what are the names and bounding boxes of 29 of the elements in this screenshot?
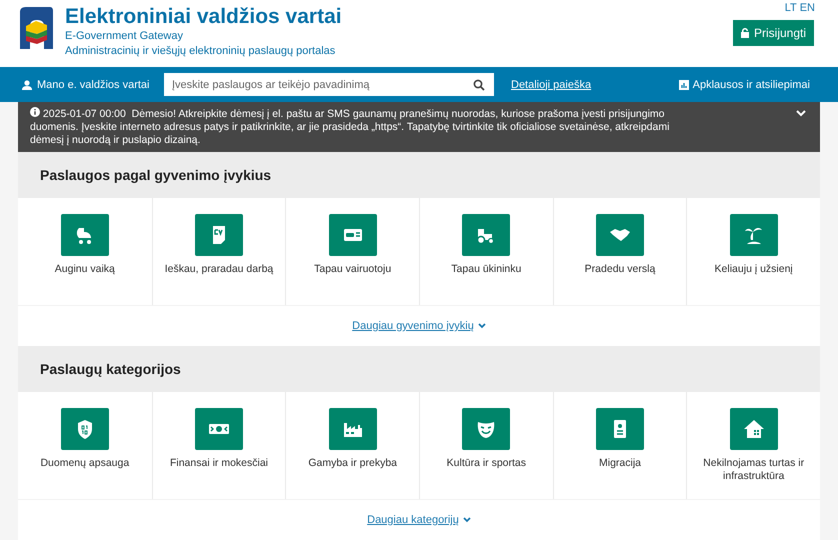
service-tile[interactable]: Finansai ir mokesčiai: [152, 392, 286, 499]
site-title[interactable]: Elektroniniai valdžios vartai: [65, 5, 342, 29]
more-link[interactable]: Daugiau gyvenimo įvykių: [352, 320, 486, 332]
service-tile[interactable]: Pradedu verslą: [552, 198, 686, 305]
house-icon: [742, 418, 765, 440]
search-field[interactable]: Įveskite paslaugos ar teikėjo pavadinimą: [164, 73, 494, 96]
account-link[interactable]: Mano e. valdžios vartai: [22, 78, 164, 90]
service-tile[interactable]: Migracija: [552, 392, 686, 499]
search-icon[interactable]: [473, 79, 485, 91]
language-link[interactable]: LT: [784, 2, 797, 14]
chevron-icon: [478, 323, 486, 329]
user-icon: [22, 80, 32, 90]
detailed-search-link[interactable]: Detalioji paieška: [511, 78, 679, 90]
notice-text: 2025-01-07 00:00 Dėmesio! Atkreipkite dėmesį į el. paštu ar SMS gaunamų pranešimų nuorodas, kuriose prašoma įvesti prisijungimo duomenis. Įveskite interneto adresus patys ir patikrinkite, ar jie prasideda „https“. Tapatybę tvirtinkite tik oficialiose svetainėse, atkreipdami dėmesį į nuorodą ir puslapio dizainą.: [30, 107, 670, 147]
site-subtitle: E-Government Gateway: [65, 29, 184, 44]
section-heading: Paslaugos pagal gyvenimo įvykius: [18, 152, 820, 198]
login-button[interactable]: Prisijungti: [733, 20, 814, 46]
more-link[interactable]: Daugiau kategorijų: [367, 514, 471, 526]
section-heading: Paslaugų kategorijos: [18, 346, 820, 392]
info-icon: [30, 107, 40, 117]
site-tagline: Administracinių ir viešųjų elektroninių paslaugų portalas: [65, 44, 336, 59]
padlock-icon: [740, 28, 749, 38]
chevron-icon: [462, 517, 471, 523]
chevron-icon[interactable]: [796, 109, 806, 117]
service-tile[interactable]: Ieškau, praradau darbą: [152, 198, 286, 305]
language-link[interactable]: EN: [800, 2, 815, 14]
logo-icon[interactable]: [18, 6, 55, 50]
bar-chart-icon: [678, 80, 689, 90]
feedback-link[interactable]: Apklausos ir atsiliepimai: [678, 78, 810, 90]
